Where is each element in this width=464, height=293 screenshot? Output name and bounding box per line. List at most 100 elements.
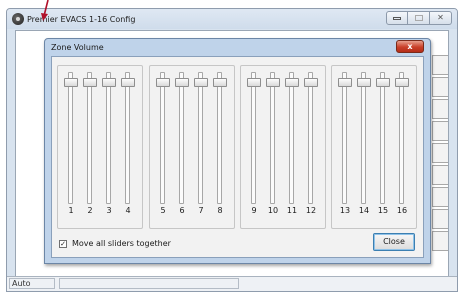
zone-volume-slider-5[interactable] xyxy=(156,72,170,204)
move-all-checkbox[interactable]: ✓ xyxy=(59,239,67,248)
status-panel xyxy=(59,278,239,289)
minimize-button[interactable] xyxy=(386,11,408,25)
slider-track xyxy=(179,72,184,204)
slider-track xyxy=(361,72,366,204)
slider-thumb[interactable] xyxy=(357,78,371,87)
zone-volume-dialog: Zone Volume x 1 2 3 4 5 6 7 8 9 10 11 12 13 14 15 16 ✓ … xyxy=(44,38,431,264)
zone-number-label: 13 xyxy=(339,206,351,215)
slider-thumb[interactable] xyxy=(102,78,116,87)
close-icon: x xyxy=(407,42,413,51)
zone-group: 13 14 15 16 xyxy=(331,65,417,229)
zone-volume-slider-8[interactable] xyxy=(213,72,227,204)
status-bar: Auto xyxy=(7,276,457,291)
dialog-body: 1 2 3 4 5 6 7 8 9 10 11 12 13 14 15 16 ✓ Move all slide… xyxy=(51,56,424,258)
zone-volume-slider-13[interactable] xyxy=(338,72,352,204)
side-tab[interactable] xyxy=(432,99,448,119)
zone-number-label: 7 xyxy=(198,206,204,215)
slider-track xyxy=(217,72,222,204)
slider-thumb[interactable] xyxy=(194,78,208,87)
zone-number-label: 12 xyxy=(305,206,317,215)
zone-group: 9 10 11 12 xyxy=(240,65,326,229)
zone-number-label: 16 xyxy=(396,206,408,215)
side-tab[interactable] xyxy=(432,187,448,207)
slider-thumb[interactable] xyxy=(156,78,170,87)
slider-thumb[interactable] xyxy=(175,78,189,87)
zone-volume-slider-14[interactable] xyxy=(357,72,371,204)
zone-number-label: 10 xyxy=(267,206,279,215)
dialog-close-button[interactable]: x xyxy=(396,40,424,53)
slider-track xyxy=(125,72,130,204)
slider-thumb[interactable] xyxy=(376,78,390,87)
dialog-titlebar[interactable]: Zone Volume x xyxy=(45,39,430,56)
slider-track xyxy=(106,72,111,204)
zone-number-label: 1 xyxy=(68,206,74,215)
zone-number-label: 6 xyxy=(179,206,185,215)
zone-number-label: 15 xyxy=(377,206,389,215)
zone-number-label: 4 xyxy=(125,206,131,215)
app-icon xyxy=(12,13,24,25)
side-tab[interactable] xyxy=(432,143,448,163)
zone-number-label: 9 xyxy=(251,206,257,215)
zone-number-label: 2 xyxy=(87,206,93,215)
slider-thumb[interactable] xyxy=(213,78,227,87)
slider-thumb[interactable] xyxy=(64,78,78,87)
side-tab[interactable] xyxy=(432,165,448,185)
zone-volume-slider-1[interactable] xyxy=(64,72,78,204)
side-tab-strip xyxy=(432,55,448,253)
slider-thumb[interactable] xyxy=(121,78,135,87)
slider-track xyxy=(251,72,256,204)
zone-volume-slider-10[interactable] xyxy=(266,72,280,204)
slider-thumb[interactable] xyxy=(285,78,299,87)
side-tab[interactable] xyxy=(432,121,448,141)
maximize-button[interactable] xyxy=(408,11,430,25)
maximize-icon xyxy=(414,15,423,21)
slider-track xyxy=(160,72,165,204)
slider-thumb[interactable] xyxy=(395,78,409,87)
slider-track xyxy=(399,72,404,204)
slider-thumb[interactable] xyxy=(266,78,280,87)
minimize-icon xyxy=(393,16,401,20)
zone-volume-slider-4[interactable] xyxy=(121,72,135,204)
dialog-title: Zone Volume xyxy=(51,43,104,52)
main-titlebar[interactable]: Premier EVACS 1-16 Config ✕ xyxy=(7,9,457,29)
close-icon: ✕ xyxy=(437,13,444,22)
window-controls: ✕ xyxy=(386,11,452,25)
slider-track xyxy=(380,72,385,204)
zone-group: 1 2 3 4 xyxy=(57,65,143,229)
move-all-row[interactable]: ✓ Move all sliders together xyxy=(59,239,171,248)
zone-number-label: 3 xyxy=(106,206,112,215)
zone-volume-slider-6[interactable] xyxy=(175,72,189,204)
slider-thumb[interactable] xyxy=(83,78,97,87)
zone-volume-slider-15[interactable] xyxy=(376,72,390,204)
slider-track xyxy=(87,72,92,204)
slider-track xyxy=(308,72,313,204)
slider-track xyxy=(198,72,203,204)
zone-number-label: 14 xyxy=(358,206,370,215)
zone-group: 5 6 7 8 xyxy=(149,65,235,229)
zone-volume-slider-11[interactable] xyxy=(285,72,299,204)
side-tab[interactable] xyxy=(432,209,448,229)
zone-volume-slider-2[interactable] xyxy=(83,72,97,204)
slider-track xyxy=(270,72,275,204)
slider-track xyxy=(289,72,294,204)
side-tab[interactable] xyxy=(432,55,448,75)
side-tab[interactable] xyxy=(432,231,448,251)
zone-number-label: 5 xyxy=(160,206,166,215)
zone-volume-slider-7[interactable] xyxy=(194,72,208,204)
zone-volume-slider-16[interactable] xyxy=(395,72,409,204)
slider-track xyxy=(68,72,73,204)
slider-thumb[interactable] xyxy=(304,78,318,87)
close-button[interactable]: Close xyxy=(373,233,415,251)
zone-volume-slider-12[interactable] xyxy=(304,72,318,204)
close-window-button[interactable]: ✕ xyxy=(430,11,452,25)
slider-thumb[interactable] xyxy=(338,78,352,87)
zone-number-label: 11 xyxy=(286,206,298,215)
slider-thumb[interactable] xyxy=(247,78,261,87)
zone-number-label: 8 xyxy=(217,206,223,215)
move-all-label: Move all sliders together xyxy=(72,239,171,248)
annotation-pointer-arrow xyxy=(41,0,49,21)
zone-volume-slider-9[interactable] xyxy=(247,72,261,204)
zone-volume-slider-3[interactable] xyxy=(102,72,116,204)
side-tab[interactable] xyxy=(432,77,448,97)
slider-track xyxy=(342,72,347,204)
